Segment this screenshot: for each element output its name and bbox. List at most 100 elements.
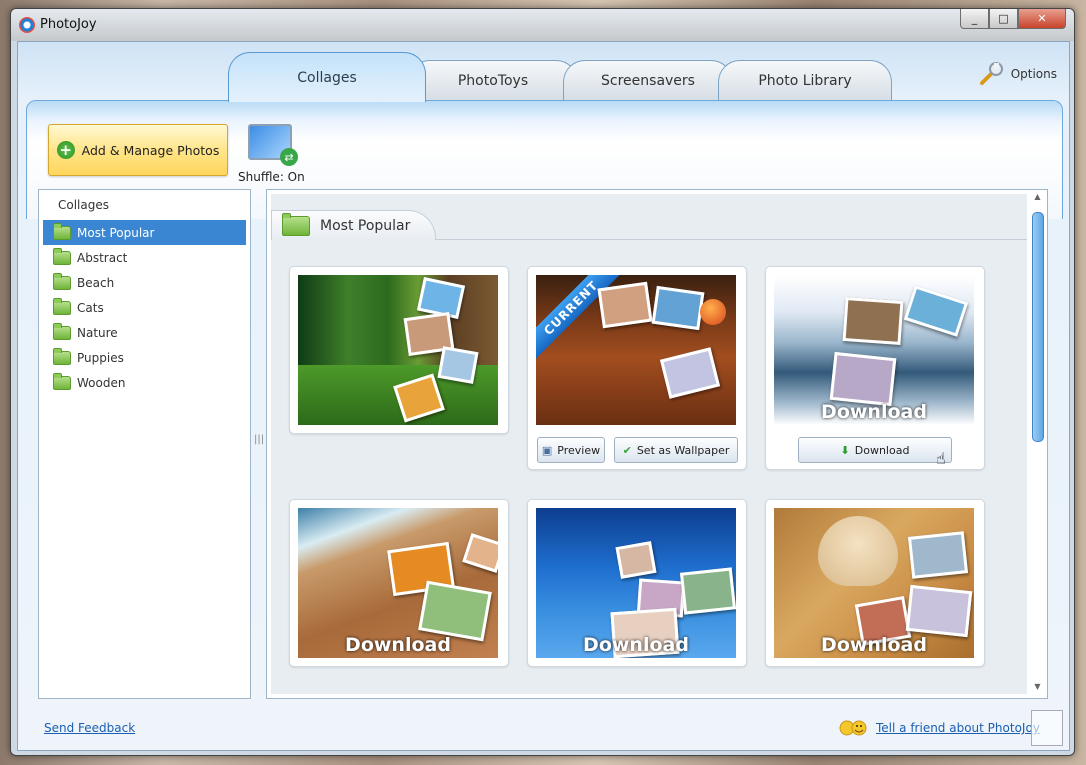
preview-button[interactable]: ▣ Preview — [537, 437, 605, 463]
collage-thumbnail: Download — [774, 275, 974, 425]
sidebar-item-label: Cats — [77, 300, 104, 315]
download-label: Download — [854, 443, 910, 457]
shuffle-icon — [248, 124, 298, 166]
photo-frame — [829, 351, 897, 407]
sidebar-item-puppies[interactable]: Puppies — [43, 345, 246, 370]
footer: Send Feedback Tell a friend about PhotoJ… — [18, 708, 1069, 750]
checkmark-icon: ✔ — [622, 443, 632, 457]
photo-frame — [907, 531, 969, 579]
collage-thumbnail: Download — [774, 508, 974, 658]
collages-sidebar: Collages Most Popular Abstract Beach Cat… — [38, 189, 251, 699]
shuffle-label: Shuffle: On — [238, 170, 305, 184]
options-label: Options — [1010, 67, 1057, 81]
gallery-inner: Most Popular CURRENT ▣ Preview ✔ Set as … — [271, 194, 1027, 694]
collage-thumbnail: Download — [298, 508, 498, 658]
photo-frame — [842, 297, 904, 345]
scroll-down-arrow[interactable]: ▼ — [1030, 682, 1045, 694]
add-manage-photos-label: Add & Manage Photos — [81, 142, 220, 158]
photo-frame — [659, 347, 721, 399]
sidebar-item-wooden[interactable]: Wooden — [43, 370, 246, 395]
tell-a-friend-link[interactable]: Tell a friend about PhotoJoy — [876, 721, 1040, 735]
wrench-icon — [979, 62, 1003, 85]
section-tab: Most Popular — [271, 210, 436, 240]
download-overlay: Download — [821, 401, 927, 423]
set-as-wallpaper-label: Set as Wallpaper — [636, 443, 730, 457]
tab-photo-library[interactable]: Photo Library — [718, 60, 892, 101]
photo-frame — [615, 541, 657, 579]
download-overlay: Download — [345, 634, 451, 656]
download-button[interactable]: ⬇ Download — [798, 437, 952, 463]
download-overlay: Download — [821, 634, 927, 656]
sidebar-item-label: Wooden — [77, 375, 126, 390]
collage-thumbnail: Download — [536, 508, 736, 658]
sidebar-item-cats[interactable]: Cats — [43, 295, 246, 320]
tab-phototoys[interactable]: PhotoToys — [408, 60, 578, 101]
photo-frame — [903, 285, 969, 337]
sidebar-item-label: Most Popular — [77, 225, 155, 240]
shuffle-toggle[interactable]: Shuffle: On — [238, 124, 308, 184]
maximize-button[interactable]: □ — [989, 9, 1018, 29]
photo-frame — [597, 281, 653, 329]
photo-frame — [462, 533, 498, 573]
down-arrow-icon: ⬇ — [840, 443, 850, 457]
collage-thumbnail: CURRENT — [536, 275, 736, 425]
sidebar-item-label: Puppies — [77, 350, 124, 365]
folder-icon — [53, 222, 71, 240]
preview-label: Preview — [557, 443, 601, 457]
scroll-thumb[interactable] — [1032, 212, 1044, 442]
download-overlay: Download — [583, 634, 689, 656]
folder-icon — [53, 347, 71, 365]
folder-icon — [53, 272, 71, 290]
friends-smiley-icon — [839, 720, 867, 736]
preview-icon: ▣ — [541, 443, 553, 457]
collage-card-wooden[interactable]: CURRENT ▣ Preview ✔ Set as Wallpaper — [527, 266, 747, 470]
scroll-up-arrow[interactable]: ▲ — [1030, 192, 1045, 204]
add-manage-photos-button[interactable]: + Add & Manage Photos — [48, 124, 228, 176]
photo-frame — [679, 567, 736, 615]
sidebar-item-most-popular[interactable]: Most Popular — [43, 220, 246, 245]
gallery-scrollbar[interactable]: ▲ ▼ — [1030, 192, 1045, 694]
close-button[interactable]: ✕ — [1018, 9, 1066, 29]
collage-card-forest[interactable] — [289, 266, 509, 434]
photo-frame — [651, 285, 705, 331]
send-feedback-link[interactable]: Send Feedback — [44, 721, 135, 735]
sidebar-item-label: Abstract — [77, 250, 128, 265]
sidebar-item-nature[interactable]: Nature — [43, 320, 246, 345]
collage-card-puppy[interactable]: Download — [765, 499, 985, 667]
window-controls: _ □ ✕ — [960, 9, 1066, 29]
sidebar-item-beach[interactable]: Beach — [43, 270, 246, 295]
tab-screensavers[interactable]: Screensavers — [563, 60, 733, 101]
collage-gallery: Most Popular CURRENT ▣ Preview ✔ Set as … — [266, 189, 1048, 699]
collage-thumbnail — [298, 275, 498, 425]
collage-card-underwater[interactable]: Download — [527, 499, 747, 667]
section-title: Most Popular — [320, 217, 411, 234]
panel-splitter[interactable]: ||| — [254, 434, 264, 445]
photo-frame — [905, 584, 973, 638]
sidebar-item-abstract[interactable]: Abstract — [43, 245, 246, 270]
tab-collages[interactable]: Collages — [228, 52, 426, 102]
client-area: Collages PhotoToys Screensavers Photo Li… — [17, 41, 1070, 751]
resize-grip-icon[interactable] — [1031, 710, 1063, 746]
sidebar-header: Collages — [58, 198, 109, 212]
app-window: PhotoJoy _ □ ✕ Collages PhotoToys Screen… — [10, 8, 1075, 756]
apple — [700, 299, 726, 325]
puppy — [818, 516, 898, 586]
photo-frame — [437, 346, 479, 384]
options-button[interactable]: Options — [977, 60, 1057, 88]
app-logo-icon — [19, 17, 35, 33]
folder-icon — [53, 322, 71, 340]
collage-card-beach[interactable]: Download — [289, 499, 509, 667]
window-title: PhotoJoy — [40, 17, 97, 32]
folder-icon — [53, 372, 71, 390]
hand-cursor-icon: ☝ — [936, 449, 946, 468]
collage-card-snow[interactable]: Download ⬇ Download ☝ — [765, 266, 985, 470]
minimize-button[interactable]: _ — [960, 9, 989, 29]
photo-frame — [418, 580, 492, 642]
set-as-wallpaper-button[interactable]: ✔ Set as Wallpaper — [614, 437, 738, 463]
folder-icon — [282, 212, 310, 236]
sidebar-item-label: Beach — [77, 275, 115, 290]
folder-icon — [53, 247, 71, 265]
folder-icon — [53, 297, 71, 315]
sidebar-item-label: Nature — [77, 325, 118, 340]
title-bar[interactable]: PhotoJoy _ □ ✕ — [11, 9, 1074, 41]
